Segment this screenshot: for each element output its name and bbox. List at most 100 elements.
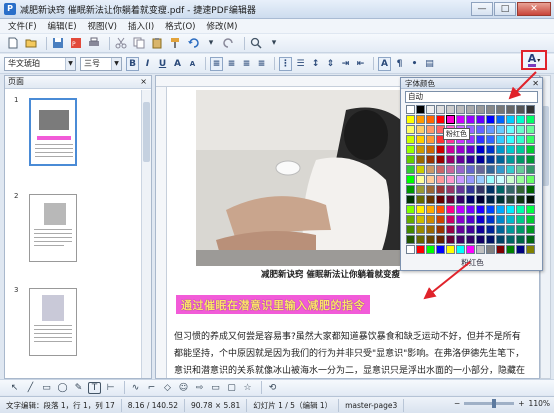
color-swatch[interactable]	[476, 125, 485, 134]
color-swatch[interactable]	[496, 215, 505, 224]
color-swatch[interactable]	[506, 155, 515, 164]
pages-scrollbar[interactable]	[141, 90, 151, 378]
color-swatch[interactable]	[436, 185, 445, 194]
color-swatch[interactable]	[526, 185, 535, 194]
color-swatch[interactable]	[416, 195, 425, 204]
italic-button[interactable]: I	[141, 57, 154, 71]
color-swatch[interactable]	[426, 135, 435, 144]
color-swatch[interactable]	[426, 125, 435, 134]
indent-decrease-icon[interactable]: ⇤	[354, 57, 367, 71]
color-swatch[interactable]	[406, 165, 415, 174]
color-swatch[interactable]	[516, 105, 525, 114]
color-swatch[interactable]	[496, 165, 505, 174]
color-swatch[interactable]	[456, 215, 465, 224]
vertical-text-icon[interactable]: ⊢	[104, 382, 117, 394]
color-swatch[interactable]	[526, 125, 535, 134]
color-swatch[interactable]	[456, 245, 465, 254]
color-swatch[interactable]	[426, 175, 435, 184]
color-swatch[interactable]	[526, 155, 535, 164]
color-swatch[interactable]	[466, 115, 475, 124]
color-swatch[interactable]	[486, 245, 495, 254]
color-swatch[interactable]	[486, 195, 495, 204]
color-swatch[interactable]	[496, 235, 505, 244]
color-swatch[interactable]	[466, 205, 475, 214]
color-swatch[interactable]	[436, 245, 445, 254]
color-swatch[interactable]	[466, 235, 475, 244]
align-center-icon[interactable]: ≡	[225, 57, 238, 71]
callout-icon[interactable]: ▢	[225, 382, 238, 394]
color-swatch[interactable]	[496, 125, 505, 134]
grow-font-icon[interactable]: A	[171, 57, 184, 71]
color-swatch[interactable]	[486, 135, 495, 144]
color-swatch[interactable]	[476, 245, 485, 254]
color-swatch[interactable]	[446, 145, 455, 154]
color-swatch[interactable]	[476, 145, 485, 154]
color-swatch[interactable]	[456, 235, 465, 244]
color-swatch[interactable]	[456, 185, 465, 194]
color-swatch[interactable]	[426, 215, 435, 224]
color-swatch[interactable]	[446, 175, 455, 184]
color-swatch[interactable]	[526, 175, 535, 184]
color-swatch[interactable]	[526, 215, 535, 224]
color-swatch[interactable]	[506, 115, 515, 124]
color-swatch[interactable]	[506, 245, 515, 254]
color-swatch[interactable]	[516, 215, 525, 224]
align-justify-icon[interactable]: ≡	[255, 57, 268, 71]
color-swatch[interactable]	[426, 165, 435, 174]
select-pointer-icon[interactable]: ↖	[8, 382, 21, 394]
flowchart-icon[interactable]: ▭	[209, 382, 222, 394]
color-swatch[interactable]	[476, 105, 485, 114]
heading-text[interactable]: 通过催眠在潜意识里输入减肥的指令	[181, 297, 365, 313]
color-swatch[interactable]	[426, 185, 435, 194]
menu-format[interactable]: 格式(O)	[165, 20, 195, 32]
color-swatch[interactable]	[406, 195, 415, 204]
color-swatch[interactable]	[406, 175, 415, 184]
color-swatch[interactable]	[406, 145, 415, 154]
paste-icon[interactable]	[150, 36, 164, 50]
color-swatch[interactable]	[506, 125, 515, 134]
document-photo[interactable]	[196, 90, 418, 266]
color-swatch[interactable]	[506, 145, 515, 154]
color-swatch[interactable]	[416, 215, 425, 224]
color-swatch[interactable]	[406, 105, 415, 114]
color-swatch[interactable]	[526, 225, 535, 234]
color-swatch[interactable]	[406, 115, 415, 124]
undo-icon[interactable]	[186, 36, 200, 50]
minimize-button[interactable]: —	[471, 2, 493, 16]
block-arrow-icon[interactable]: ⇨	[193, 382, 206, 394]
color-swatch[interactable]	[496, 225, 505, 234]
color-swatch[interactable]	[456, 145, 465, 154]
curve-tool-icon[interactable]: ∿	[129, 382, 142, 394]
color-swatch[interactable]	[476, 185, 485, 194]
close-button[interactable]: ✕	[517, 2, 551, 16]
color-swatch[interactable]	[416, 145, 425, 154]
page-preview[interactable]	[29, 98, 77, 166]
close-icon[interactable]: ×	[140, 76, 147, 88]
color-swatch[interactable]	[496, 135, 505, 144]
color-swatch[interactable]	[476, 235, 485, 244]
zoom-in-icon[interactable]: +	[518, 399, 524, 408]
format-paintbrush-icon[interactable]	[168, 36, 182, 50]
shape-basic-icon[interactable]: ◇	[161, 382, 174, 394]
color-swatch[interactable]	[486, 185, 495, 194]
color-swatch[interactable]	[506, 185, 515, 194]
zoom-out-icon[interactable]: −	[454, 399, 460, 408]
indent-increase-icon[interactable]: ⇥	[339, 57, 352, 71]
color-swatch[interactable]	[506, 225, 515, 234]
color-swatch[interactable]	[526, 195, 535, 204]
color-swatch[interactable]	[406, 205, 415, 214]
color-swatch[interactable]	[436, 105, 445, 114]
color-swatch[interactable]	[436, 215, 445, 224]
maximize-button[interactable]: □	[494, 2, 516, 16]
color-swatch[interactable]	[446, 225, 455, 234]
color-swatch[interactable]	[456, 175, 465, 184]
export-pdf-icon[interactable]: P	[69, 36, 83, 50]
color-swatch[interactable]	[436, 225, 445, 234]
star-icon[interactable]: ☆	[241, 382, 254, 394]
color-swatch[interactable]	[496, 105, 505, 114]
color-swatch[interactable]	[426, 145, 435, 154]
color-swatch[interactable]	[416, 205, 425, 214]
color-swatch[interactable]	[496, 185, 505, 194]
scrollbar-thumb[interactable]	[542, 106, 549, 186]
zoom-icon[interactable]	[249, 36, 263, 50]
